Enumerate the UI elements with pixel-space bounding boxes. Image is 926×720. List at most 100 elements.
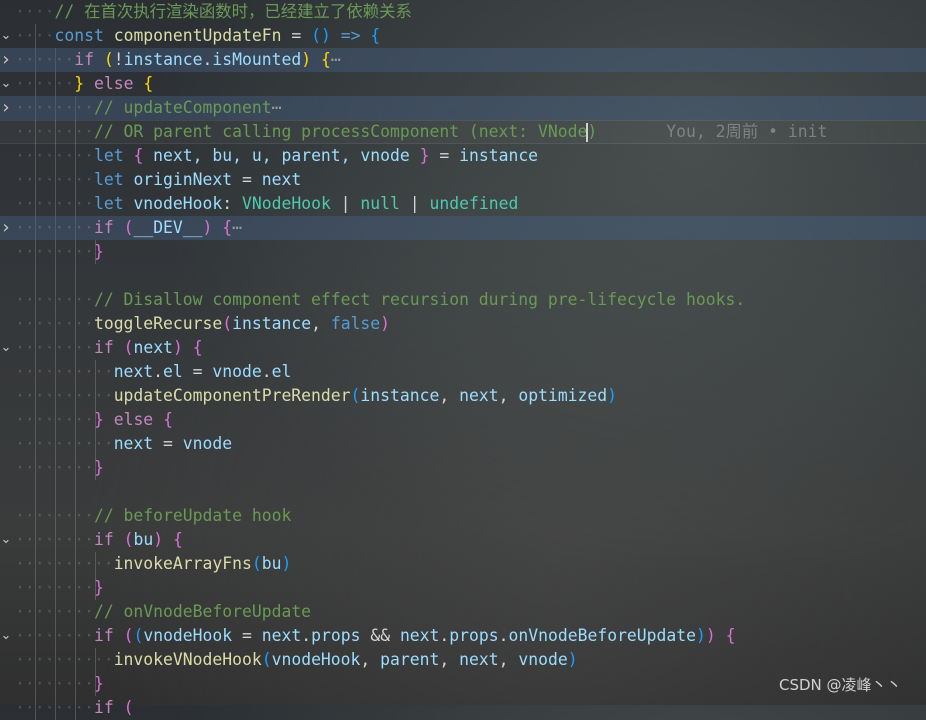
code-token: }: [93, 242, 104, 261]
code-token: {: [320, 50, 331, 69]
code-line[interactable]: ········if (: [0, 696, 926, 720]
code-token: if: [93, 626, 114, 645]
code-line[interactable]: [0, 480, 926, 504]
code-line[interactable]: ········} else {: [0, 408, 926, 432]
code-text: ····// 在首次执行渲染函数时，已经建立了依赖关系: [15, 0, 412, 24]
code-token: ,: [360, 650, 381, 669]
code-line[interactable]: [0, 264, 926, 288]
code-token: onVnodeBeforeUpdate: [508, 626, 697, 645]
code-editor[interactable]: ····// 在首次执行渲染函数时，已经建立了依赖关系 ⌄ ····const co…: [0, 0, 926, 720]
code-token: =: [232, 626, 262, 645]
code-line[interactable]: ········let vnodeHook: VNodeHook | null …: [0, 192, 926, 216]
code-token: ): [380, 314, 391, 333]
code-line[interactable]: ········// beforeUpdate hook: [0, 504, 926, 528]
code-text: ··········invokeVNodeHook(vnodeHook, par…: [15, 648, 578, 672]
code-text: ········}: [15, 576, 104, 600]
code-token: if: [93, 530, 114, 549]
code-line[interactable]: ⌄ ········if ((vnodeHook = next.props && …: [0, 624, 926, 648]
code-token: ,: [439, 650, 460, 669]
code-token: VNodeHook: [242, 194, 331, 213]
whitespace-dots: ··········: [15, 554, 114, 573]
code-line[interactable]: ⌄ ····const componentUpdateFn = () => {: [0, 24, 926, 48]
code-token: ,: [498, 650, 519, 669]
code-token: =: [182, 362, 213, 381]
code-line[interactable]: ··········invokeVNodeHook(vnodeHook, par…: [0, 648, 926, 672]
code-token: ): [153, 530, 164, 549]
whitespace-dots: ········: [15, 98, 94, 117]
chevron-down-icon[interactable]: ⌄: [0, 72, 12, 96]
code-token: }: [419, 146, 430, 165]
code-token: next: [459, 650, 499, 669]
code-line[interactable]: ··········invokeArrayFns(bu): [0, 552, 926, 576]
chevron-down-icon[interactable]: ⌄: [0, 528, 12, 552]
whitespace-dots: ········: [15, 146, 94, 165]
folded-ellipsis[interactable]: ⋯: [331, 50, 341, 69]
chevron-down-icon[interactable]: ⌄: [0, 336, 12, 360]
code-line[interactable]: › ········if (__DEV__) {⋯: [0, 216, 926, 240]
code-token: vnode: [518, 650, 568, 669]
code-line[interactable]: ··········updateComponentPreRender(insta…: [0, 384, 926, 408]
code-line[interactable]: ⌄ ········if (next) {: [0, 336, 926, 360]
whitespace-dots: ········: [15, 218, 94, 237]
code-token: ): [705, 626, 716, 645]
whitespace-dots: ········: [15, 530, 94, 549]
code-line[interactable]: ········let originNext = next: [0, 168, 926, 192]
code-token: |: [399, 194, 430, 213]
code-token: vnodeHook: [271, 650, 361, 669]
code-text: ········toggleRecurse(instance, false): [15, 312, 390, 336]
code-line[interactable]: ··········next = vnode: [0, 432, 926, 456]
chevron-right-icon[interactable]: ›: [0, 96, 12, 120]
code-line[interactable]: › ········// updateComponent⋯: [0, 96, 926, 120]
code-text: ········// onVnodeBeforeUpdate: [15, 600, 311, 624]
code-token: ): [607, 386, 618, 405]
code-line[interactable]: ········// onVnodeBeforeUpdate: [0, 600, 926, 624]
whitespace-dots: ··········: [15, 362, 114, 381]
code-token: ): [696, 626, 706, 645]
code-token: invokeArrayFns: [113, 554, 252, 573]
code-text: ········// Disallow component effect rec…: [15, 288, 745, 312]
code-line[interactable]: ········// Disallow component effect rec…: [0, 288, 926, 312]
code-line[interactable]: ····// 在首次执行渲染函数时，已经建立了依赖关系: [0, 0, 926, 24]
chevron-right-icon[interactable]: ›: [0, 216, 12, 240]
code-token: .: [202, 50, 213, 69]
folded-ellipsis[interactable]: ⋯: [232, 218, 242, 237]
code-line[interactable]: ········}: [0, 456, 926, 480]
code-token: ): [301, 50, 312, 69]
code-token: (: [251, 554, 262, 573]
code-token: vnodeHook: [133, 194, 223, 213]
code-token: let: [93, 170, 124, 189]
whitespace-dots: ········: [15, 194, 94, 213]
code-line[interactable]: ⌄ ······} else {: [0, 72, 926, 96]
chevron-down-icon[interactable]: ⌄: [0, 24, 12, 48]
code-line[interactable]: ··········next.el = vnode.el: [0, 360, 926, 384]
code-token: ): [587, 122, 598, 141]
whitespace-dots: ········: [15, 674, 94, 693]
code-line[interactable]: ········toggleRecurse(instance, false): [0, 312, 926, 336]
code-token: .: [439, 626, 450, 645]
code-line[interactable]: ········let { next, bu, u, parent, vnode…: [0, 144, 926, 168]
code-line[interactable]: ········}: [0, 240, 926, 264]
code-line[interactable]: › ······if (!instance.isMounted) {⋯: [0, 48, 926, 72]
whitespace-dots: ········: [15, 506, 94, 525]
code-token: }: [93, 410, 104, 429]
code-line[interactable]: ⌄ ········if (bu) {: [0, 528, 926, 552]
code-text: ··········invokeArrayFns(bu): [15, 552, 291, 576]
folded-ellipsis[interactable]: ⋯: [272, 98, 282, 117]
chevron-down-icon[interactable]: ⌄: [0, 624, 12, 648]
code-line[interactable]: ········// OR parent calling processComp…: [0, 120, 926, 144]
code-token: &&: [360, 626, 400, 645]
code-token: (: [123, 530, 134, 549]
whitespace-dots: ······: [15, 50, 75, 69]
whitespace-dots: ······: [15, 74, 75, 93]
code-token: next: [261, 626, 302, 645]
code-token: (): [311, 26, 331, 45]
code-line[interactable]: ········}: [0, 576, 926, 600]
chevron-right-icon[interactable]: ›: [0, 48, 12, 72]
code-token: next: [399, 626, 440, 645]
